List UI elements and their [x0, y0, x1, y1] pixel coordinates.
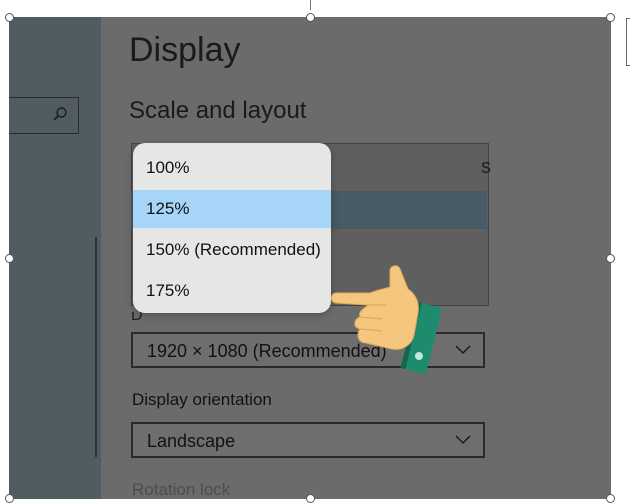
orientation-label: Display orientation [132, 390, 272, 409]
sidebar-scrollbar[interactable] [95, 237, 97, 457]
resize-handle-top-left[interactable] [5, 13, 14, 22]
resize-handle-bottom-left[interactable] [5, 494, 14, 503]
section-title: Scale and layout [129, 97, 307, 124]
scale-option-175[interactable]: 175% [133, 272, 331, 310]
orientation-select[interactable]: Landscape [131, 422, 485, 458]
scale-option-125[interactable]: 125% [133, 190, 331, 228]
resize-handle-top-right[interactable] [606, 13, 615, 22]
search-icon[interactable] [52, 106, 68, 122]
resize-handle-middle-left[interactable] [5, 254, 14, 263]
orientation-value: Landscape [147, 431, 236, 451]
resize-handle-bottom-right[interactable] [606, 494, 615, 503]
side-bracket [626, 18, 630, 66]
sidebar-search-box[interactable] [9, 97, 79, 134]
resize-handle-top-center[interactable] [306, 13, 315, 22]
scale-option-100[interactable]: 100% [133, 149, 331, 187]
page-title: Display [129, 31, 241, 69]
chevron-down-icon [455, 345, 471, 355]
scale-option-150[interactable]: 150% (Recommended) [133, 231, 331, 269]
settings-sidebar [9, 17, 101, 499]
resize-handle-bottom-center[interactable] [306, 494, 315, 503]
background-text-fragment: s [481, 156, 491, 178]
scale-dropdown-list: 100% 125% 150% (Recommended) 175% [133, 143, 331, 313]
rotation-lock-label: Rotation lock [132, 480, 231, 499]
chevron-down-icon [455, 435, 471, 445]
pointing-hand-icon [331, 265, 442, 374]
resize-handle-middle-right[interactable] [606, 254, 615, 263]
selection-anchor-line [310, 0, 311, 10]
